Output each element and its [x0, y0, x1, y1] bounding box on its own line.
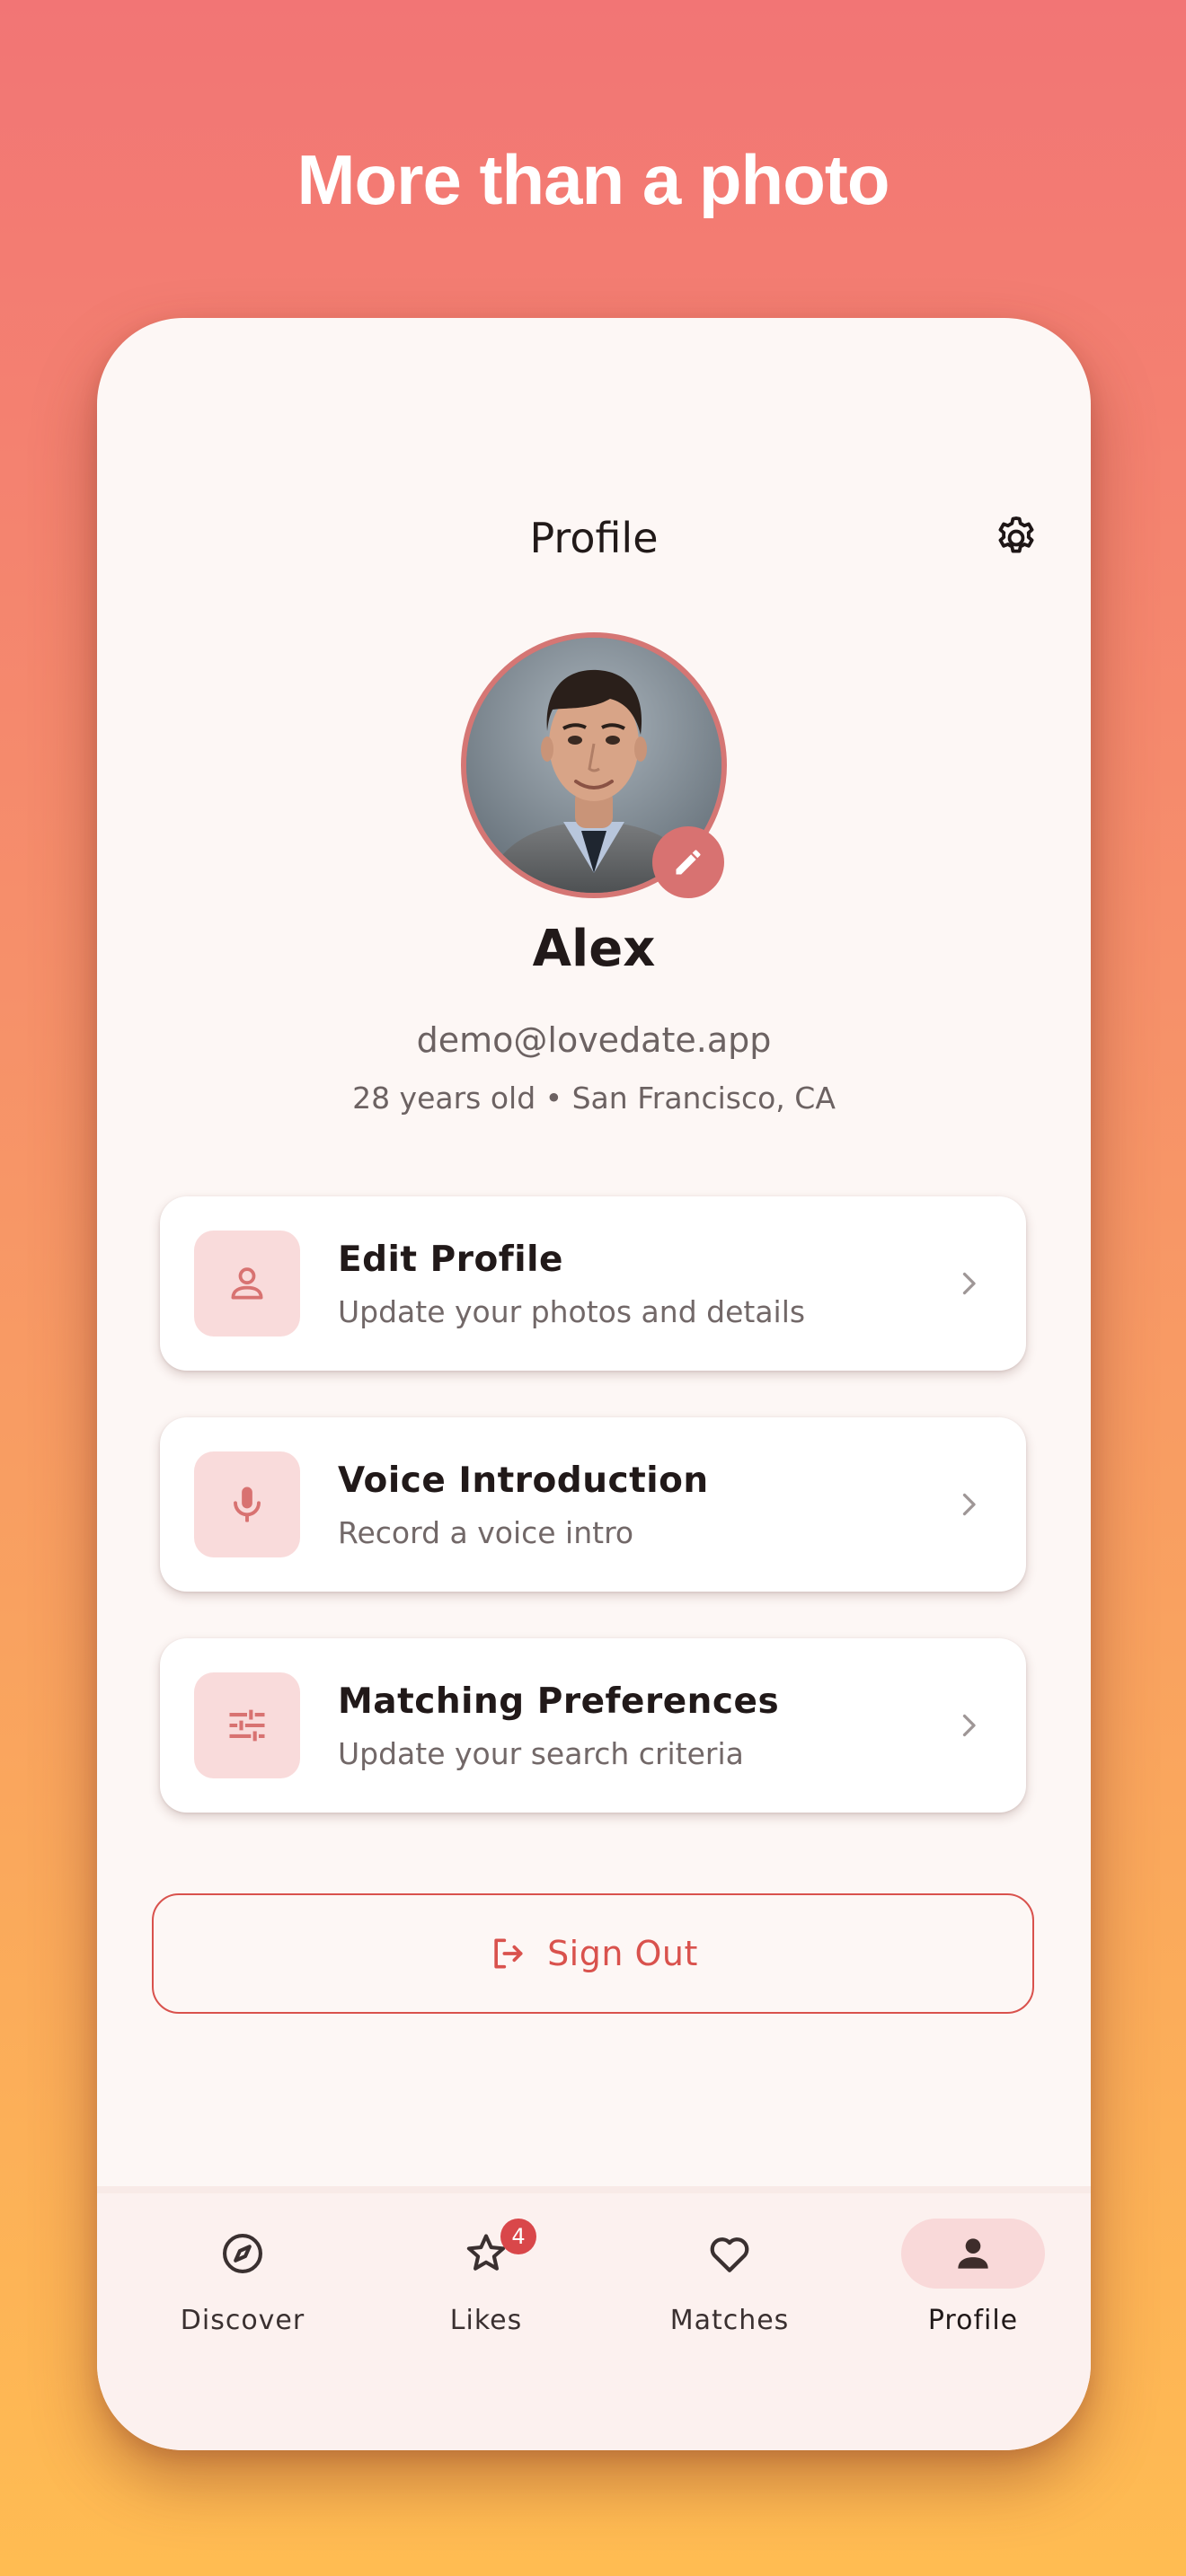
nav-icon-container: [171, 2219, 314, 2289]
person-icon: [231, 1267, 263, 1300]
gear-icon: [998, 516, 1034, 553]
nav-item-matches[interactable]: Matches: [640, 2219, 819, 2344]
nav-active-indicator: [901, 2219, 1045, 2289]
person-icon: [958, 2238, 988, 2269]
top-app-bar: Profile: [97, 489, 1091, 587]
nav-label: Discover: [180, 2305, 305, 2336]
menu-item-matching-preferences[interactable]: Matching Preferences Update your search …: [160, 1638, 1026, 1813]
settings-button[interactable]: [987, 508, 1046, 568]
chevron-right-icon: [949, 1485, 988, 1524]
page-title: Profile: [529, 514, 659, 562]
sliders-icon: [229, 1709, 265, 1742]
profile-meta: 28 years old • San Francisco, CA: [352, 1081, 836, 1116]
menu-item-subtitle: Update your photos and details: [338, 1294, 806, 1329]
compass-icon: [223, 2234, 262, 2273]
nav-icon-container: [414, 2219, 558, 2289]
pencil-icon: [676, 850, 701, 875]
likes-count-badge: 4: [500, 2219, 536, 2254]
nav-label: Likes: [449, 2305, 523, 2336]
menu-item-title: Matching Preferences: [338, 1681, 780, 1722]
menu-item-title: Edit Profile: [338, 1239, 563, 1280]
sign-out-label: Sign Out: [547, 1934, 698, 1973]
menu-item-voice-introduction[interactable]: Voice Introduction Record a voice intro: [160, 1417, 1026, 1592]
sign-out-button[interactable]: Sign Out: [152, 1893, 1034, 2014]
nav-item-discover[interactable]: Discover: [153, 2219, 332, 2344]
profile-email: demo@lovedate.app: [416, 1020, 772, 1060]
edit-avatar-button[interactable]: [652, 826, 724, 898]
nav-label: Profile: [927, 2305, 1019, 2336]
chevron-right-icon: [949, 1706, 988, 1745]
menu-item-edit-profile[interactable]: Edit Profile Update your photos and deta…: [160, 1196, 1026, 1371]
nav-item-likes[interactable]: 4 Likes: [396, 2219, 576, 2344]
nav-icon-container: [658, 2219, 801, 2289]
nav-label: Matches: [669, 2305, 790, 2336]
nav-item-profile[interactable]: Profile: [883, 2219, 1063, 2344]
bottom-navigation: Discover 4 Likes Matches Profile: [97, 2186, 1091, 2450]
profile-name: Alex: [532, 920, 656, 978]
phone-screen: Profile Alex demo@lovedate.app 28 years …: [97, 318, 1091, 2450]
menu-item-subtitle: Update your search criteria: [338, 1736, 744, 1771]
menu-item-subtitle: Record a voice intro: [338, 1515, 634, 1550]
menu-item-title: Voice Introduction: [338, 1460, 709, 1501]
heart-icon: [710, 2237, 749, 2272]
logout-icon: [494, 1938, 523, 1969]
promo-headline: More than a photo: [296, 140, 890, 219]
microphone-icon: [234, 1486, 261, 1522]
card-icon-tile: [194, 1672, 300, 1778]
chevron-right-icon: [949, 1264, 988, 1303]
card-icon-tile: [194, 1451, 300, 1557]
card-icon-tile: [194, 1231, 300, 1337]
